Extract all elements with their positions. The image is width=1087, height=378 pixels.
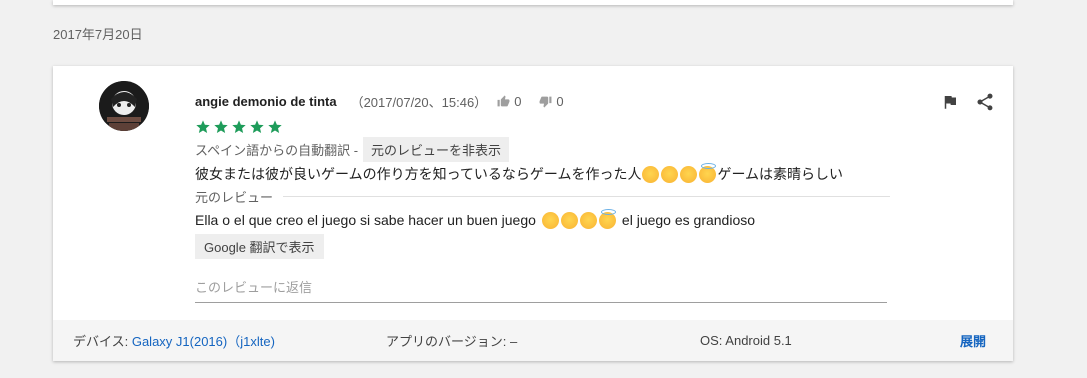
thumbs-up-button[interactable]: 0 xyxy=(497,94,521,109)
review-timestamp: （2017/07/20、15:46） xyxy=(350,94,488,110)
smiley-emoji-icon xyxy=(579,211,597,229)
review-footer: デバイス: Galaxy J1(2016)（j1xlte) アプリのバージョン:… xyxy=(53,320,1013,361)
star-icon xyxy=(232,120,246,133)
thumbs-down-button[interactable]: 0 xyxy=(539,93,564,109)
thumbs-down-icon xyxy=(539,96,552,107)
google-translate-button[interactable]: Google 翻訳で表示 xyxy=(195,234,324,259)
thumbs-up-icon xyxy=(497,95,510,106)
share-button[interactable] xyxy=(975,92,995,112)
star-icon xyxy=(214,120,228,133)
star-icon xyxy=(196,120,210,133)
original-review-label: 元のレビュー xyxy=(195,189,274,205)
star-icon xyxy=(268,120,282,133)
divider-line xyxy=(283,195,890,197)
translated-text-part1: 彼女または彼が良いゲームの作り方を知っているならゲームを作った人 xyxy=(195,166,642,182)
device-info: デバイス: Galaxy J1(2016)（j1xlte) xyxy=(73,331,275,350)
smiley-emoji-icon xyxy=(661,165,679,183)
review-body: angie demonio de tinta （2017/07/20、15:46… xyxy=(195,91,890,303)
review-header: angie demonio de tinta （2017/07/20、15:46… xyxy=(195,91,890,111)
app-version: アプリのバージョン: – xyxy=(386,334,518,349)
thumbs-up-count: 0 xyxy=(514,93,522,109)
thumbs-down-count: 0 xyxy=(556,93,564,109)
grinning-emoji-icon xyxy=(642,165,660,183)
flag-button[interactable] xyxy=(941,92,959,112)
original-text-part1: Ella o el que creo el juego si sabe hace… xyxy=(195,212,536,228)
device-link[interactable]: Galaxy J1(2016)（j1xlte) xyxy=(132,334,275,349)
translation-notice: スペイン語からの自動翻訳 - 元のレビューを非表示 xyxy=(195,136,890,162)
flag-icon xyxy=(944,96,956,109)
date-header: 2017年7月20日 xyxy=(53,27,143,42)
star-icon xyxy=(250,120,264,133)
halo-emoji-icon xyxy=(598,208,616,229)
avatar xyxy=(99,81,149,131)
hide-original-button[interactable]: 元のレビューを非表示 xyxy=(363,136,510,162)
smiley-emoji-icon xyxy=(560,211,578,229)
halo-emoji-icon xyxy=(699,162,717,183)
star-rating xyxy=(195,119,890,135)
author-name: angie demonio de tinta xyxy=(195,93,337,109)
reply-input[interactable]: このレビューに返信 xyxy=(195,271,887,303)
avatar-image-icon xyxy=(99,81,149,131)
previous-review-card xyxy=(53,0,1013,5)
translation-notice-text: スペイン語からの自動翻訳 - xyxy=(195,142,359,158)
share-icon xyxy=(977,93,993,111)
translated-text-part2: ゲームは素晴らしい xyxy=(717,166,844,182)
smiley-emoji-icon xyxy=(680,165,698,183)
grinning-emoji-icon xyxy=(541,211,559,229)
expand-button[interactable]: 展開 xyxy=(960,331,986,350)
original-review-divider: 元のレビュー xyxy=(195,186,890,206)
review-card: angie demonio de tinta （2017/07/20、15:46… xyxy=(53,66,1013,361)
original-text-part2: el juego es grandioso xyxy=(621,212,756,228)
original-review-text: Ella o el que creo el juego si sabe hace… xyxy=(195,208,890,231)
device-label: デバイス: xyxy=(73,334,132,349)
os-version: OS: Android 5.1 xyxy=(700,333,792,348)
translated-review-text: 彼女または彼が良いゲームの作り方を知っているならゲームを作った人 ゲームは素晴ら… xyxy=(195,162,890,185)
